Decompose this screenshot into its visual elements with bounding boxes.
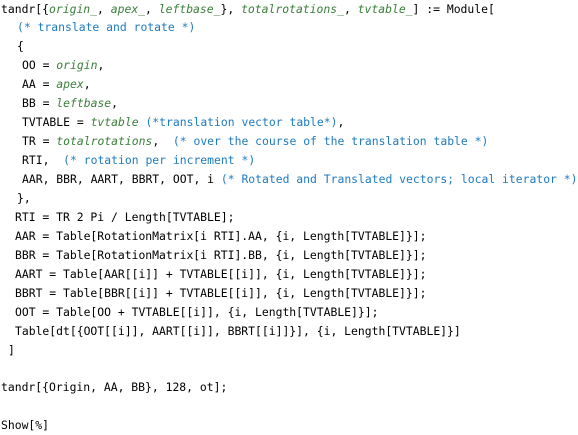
code-line-16[interactable]: BBRT = Table[BBR[[i]] + TVTABLE[[i]], {i…	[15, 284, 426, 303]
code-line-20[interactable]: tandr[{Origin, AA, BB}, 128, ot];	[1, 378, 227, 397]
code-text: AAR, BBR, AART, BBRT, OOT, i	[22, 172, 221, 186]
code-text: ,	[145, 2, 159, 16]
code-line-7[interactable]: TVTABLE = tvtable (*translation vector t…	[22, 113, 344, 132]
code-text: TVTABLE =	[22, 115, 91, 129]
code-line-18[interactable]: Table[dt[{OOT[[i]], AART[[i]], BBRT[[i]]…	[15, 322, 461, 341]
comment: (* rotation per increment *)	[63, 153, 256, 167]
code-text: {	[17, 39, 24, 53]
code-line-14[interactable]: BBR = Table[RotationMatrix[i RTI].BB, {i…	[15, 246, 426, 265]
notebook-input-area[interactable]: tandr[{origin_, apex_, leftbase_}, total…	[0, 0, 578, 434]
comment: (*translation vector table*)	[145, 115, 338, 129]
code-text: tandr[{	[1, 2, 50, 16]
code-text: TR =	[22, 134, 57, 148]
comment: (* over the course of the translation ta…	[172, 134, 489, 148]
code-text: },	[220, 2, 242, 16]
code-text: AA =	[22, 77, 57, 91]
code-line-6[interactable]: BB = leftbase,	[22, 94, 118, 113]
code-text: BBRT = Table[BBR[[i]] + TVTABLE[[i]], {i…	[15, 286, 427, 300]
code-text: },	[17, 191, 31, 205]
pattern-totalrotations: totalrotations_	[241, 2, 344, 16]
variable-tvtable: tvtable	[90, 115, 139, 129]
variable-totalrotations: totalrotations	[56, 134, 153, 148]
code-line-5[interactable]: AA = apex,	[22, 75, 91, 94]
code-text: AAR = Table[RotationMatrix[i RTI].AA, {i…	[15, 229, 427, 243]
code-text: OOT = Table[OO + TVTABLE[[i]], {i, Lengt…	[15, 305, 379, 319]
code-text: BBR = Table[RotationMatrix[i RTI].BB, {i…	[15, 248, 427, 262]
code-line-4[interactable]: OO = origin,	[22, 56, 104, 75]
code-text: ,	[111, 96, 119, 110]
code-text: ,	[343, 2, 358, 16]
pattern-leftbase: leftbase_	[158, 2, 221, 16]
pattern-tvtable: tvtable_	[357, 2, 413, 16]
pattern-origin: origin_	[49, 2, 98, 16]
code-line-17[interactable]: OOT = Table[OO + TVTABLE[[i]], {i, Lengt…	[15, 303, 378, 322]
variable-apex: apex	[56, 77, 84, 91]
code-text: RTI = TR 2 Pi / Length[TVTABLE];	[15, 210, 235, 224]
comment: (* translate and rotate *)	[17, 20, 196, 34]
code-text: ,	[337, 115, 345, 129]
code-line-15[interactable]: AART = Table[AAR[[i]] + TVTABLE[[i]], {i…	[15, 265, 426, 284]
variable-leftbase: leftbase	[56, 96, 112, 110]
code-line-13[interactable]: AAR = Table[RotationMatrix[i RTI].AA, {i…	[15, 227, 426, 246]
code-text: RTI,	[22, 153, 64, 167]
code-line-2[interactable]: (* translate and rotate *)	[17, 18, 195, 37]
code-line-21[interactable]: Show[%]	[1, 416, 49, 435]
code-line-8[interactable]: TR = totalrotations, (* over the course …	[22, 132, 488, 151]
code-line-9[interactable]: RTI, (* rotation per increment *)	[22, 151, 255, 170]
code-text: ] := Module[	[412, 2, 495, 16]
comment: (* Rotated and Translated vectors; local…	[220, 172, 578, 186]
code-text: ,	[83, 77, 91, 91]
code-text: OO =	[22, 58, 57, 72]
code-text: Table[dt[{OOT[[i]], AART[[i]], BBRT[[i]]…	[15, 324, 461, 338]
code-line-10[interactable]: AAR, BBR, AART, BBRT, OOT, i (* Rotated …	[22, 170, 577, 189]
variable-origin: origin	[56, 58, 98, 72]
code-line-11[interactable]: },	[17, 189, 31, 208]
code-line-3[interactable]: {	[17, 37, 24, 56]
pattern-apex: apex_	[110, 2, 146, 16]
code-text: ,	[97, 2, 111, 16]
code-text: AART = Table[AAR[[i]] + TVTABLE[[i]], {i…	[15, 267, 427, 281]
code-line-19[interactable]: ]	[8, 341, 15, 360]
code-line-12[interactable]: RTI = TR 2 Pi / Length[TVTABLE];	[15, 208, 234, 227]
code-text: Show[%]	[1, 418, 50, 432]
code-text: ,	[97, 58, 105, 72]
code-line-1[interactable]: tandr[{origin_, apex_, leftbase_}, total…	[1, 0, 495, 19]
code-text: ,	[152, 134, 173, 148]
code-text: BB =	[22, 96, 57, 110]
code-text: tandr[{Origin, AA, BB}, 128, ot];	[1, 380, 228, 394]
code-text: ]	[8, 343, 15, 357]
